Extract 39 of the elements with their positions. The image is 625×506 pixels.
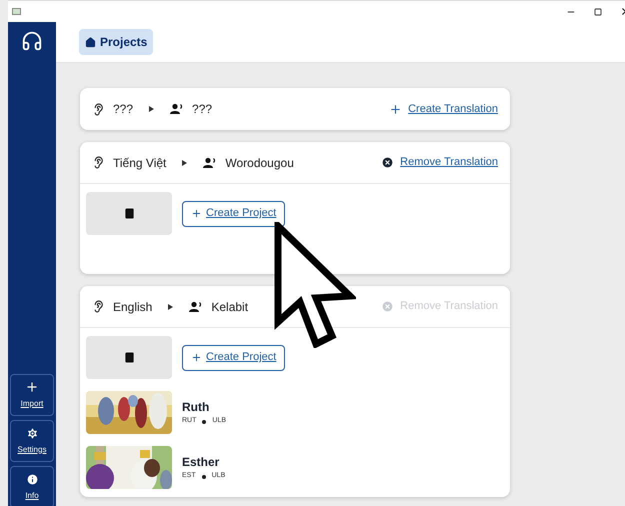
create-project-button[interactable]: Create Project [182, 200, 286, 226]
projects-tab[interactable]: Projects [79, 29, 154, 55]
create-translation-link[interactable]: Create Translation [408, 100, 498, 118]
speaker-icon [189, 300, 204, 312]
plus-icon [25, 380, 39, 394]
project-title: Ruth [182, 399, 210, 416]
settings-icon [26, 426, 38, 440]
book-icon [124, 208, 134, 219]
caret-icon [149, 106, 154, 112]
project-title: Esther [182, 454, 220, 472]
source-language: Tiếng Việt [113, 154, 166, 172]
sidebar-button[interactable]: Info [10, 466, 54, 506]
home-icon [85, 36, 96, 48]
ear-icon [92, 102, 105, 116]
source-language: ??? [113, 101, 134, 118]
plus-icon [191, 208, 202, 219]
ear-icon [92, 156, 105, 169]
app-icon [12, 8, 21, 15]
create-project-button[interactable]: Create Project [182, 344, 286, 370]
target-language: Kelabit [211, 298, 248, 316]
book-icon [124, 352, 134, 363]
close-icon [381, 156, 394, 169]
ear-icon [92, 300, 105, 313]
plus-icon [191, 352, 202, 363]
info-icon [26, 472, 38, 486]
maximize-icon[interactable] [594, 8, 602, 16]
speaker-icon [170, 103, 184, 115]
speaker-icon [203, 156, 218, 168]
sidebar-button[interactable]: Settings [10, 420, 54, 462]
caret-icon [168, 304, 174, 310]
target-language: ??? [192, 101, 212, 118]
close-icon [381, 300, 394, 313]
sidebar-button[interactable]: Import [10, 374, 54, 416]
target-language: Worodougou [225, 154, 294, 172]
source-language: English [113, 298, 152, 316]
remove-translation-link[interactable]: Remove Translation [400, 154, 498, 171]
plus-icon [389, 102, 402, 116]
headphones-icon [21, 30, 43, 52]
caret-icon [182, 160, 188, 166]
